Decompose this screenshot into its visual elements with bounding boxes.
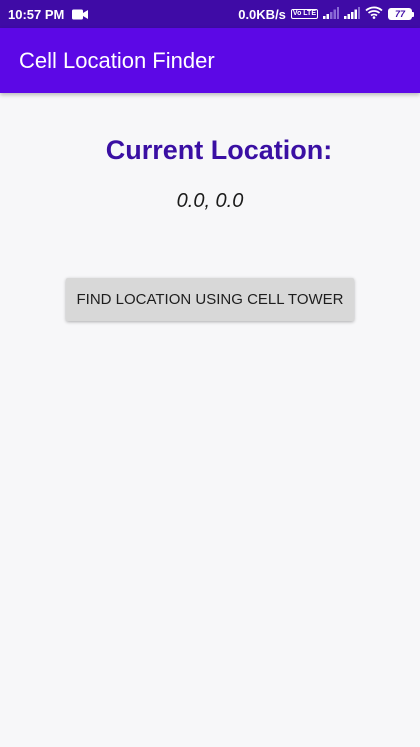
signal-icon — [344, 6, 360, 22]
volte-icon: Vo LTE — [290, 9, 318, 19]
status-bar: 10:57 PM 0.0KB/s Vo LTE 77 — [0, 0, 420, 28]
network-speed: 0.0KB/s — [238, 6, 286, 22]
find-location-button[interactable]: FIND LOCATION USING CELL TOWER — [66, 278, 354, 321]
status-time: 10:57 PM — [8, 6, 65, 22]
coordinates-value: 0.0, 0.0 — [176, 190, 244, 212]
battery-tip — [412, 11, 414, 17]
current-location-heading: Current Location: — [105, 135, 333, 165]
signal-icon — [323, 6, 339, 22]
main-content: Current Location: 0.0, 0.0 FIND LOCATION… — [0, 93, 420, 747]
video-camera-icon — [72, 9, 89, 20]
status-right: 0.0KB/s Vo LTE 77 — [238, 0, 414, 28]
status-left: 10:57 PM — [8, 0, 89, 28]
battery-icon: 77 — [388, 8, 414, 20]
wifi-icon — [365, 6, 383, 22]
app-bar: Cell Location Finder — [0, 28, 420, 93]
app-title: Cell Location Finder — [19, 48, 215, 73]
battery-level: 77 — [388, 8, 412, 20]
